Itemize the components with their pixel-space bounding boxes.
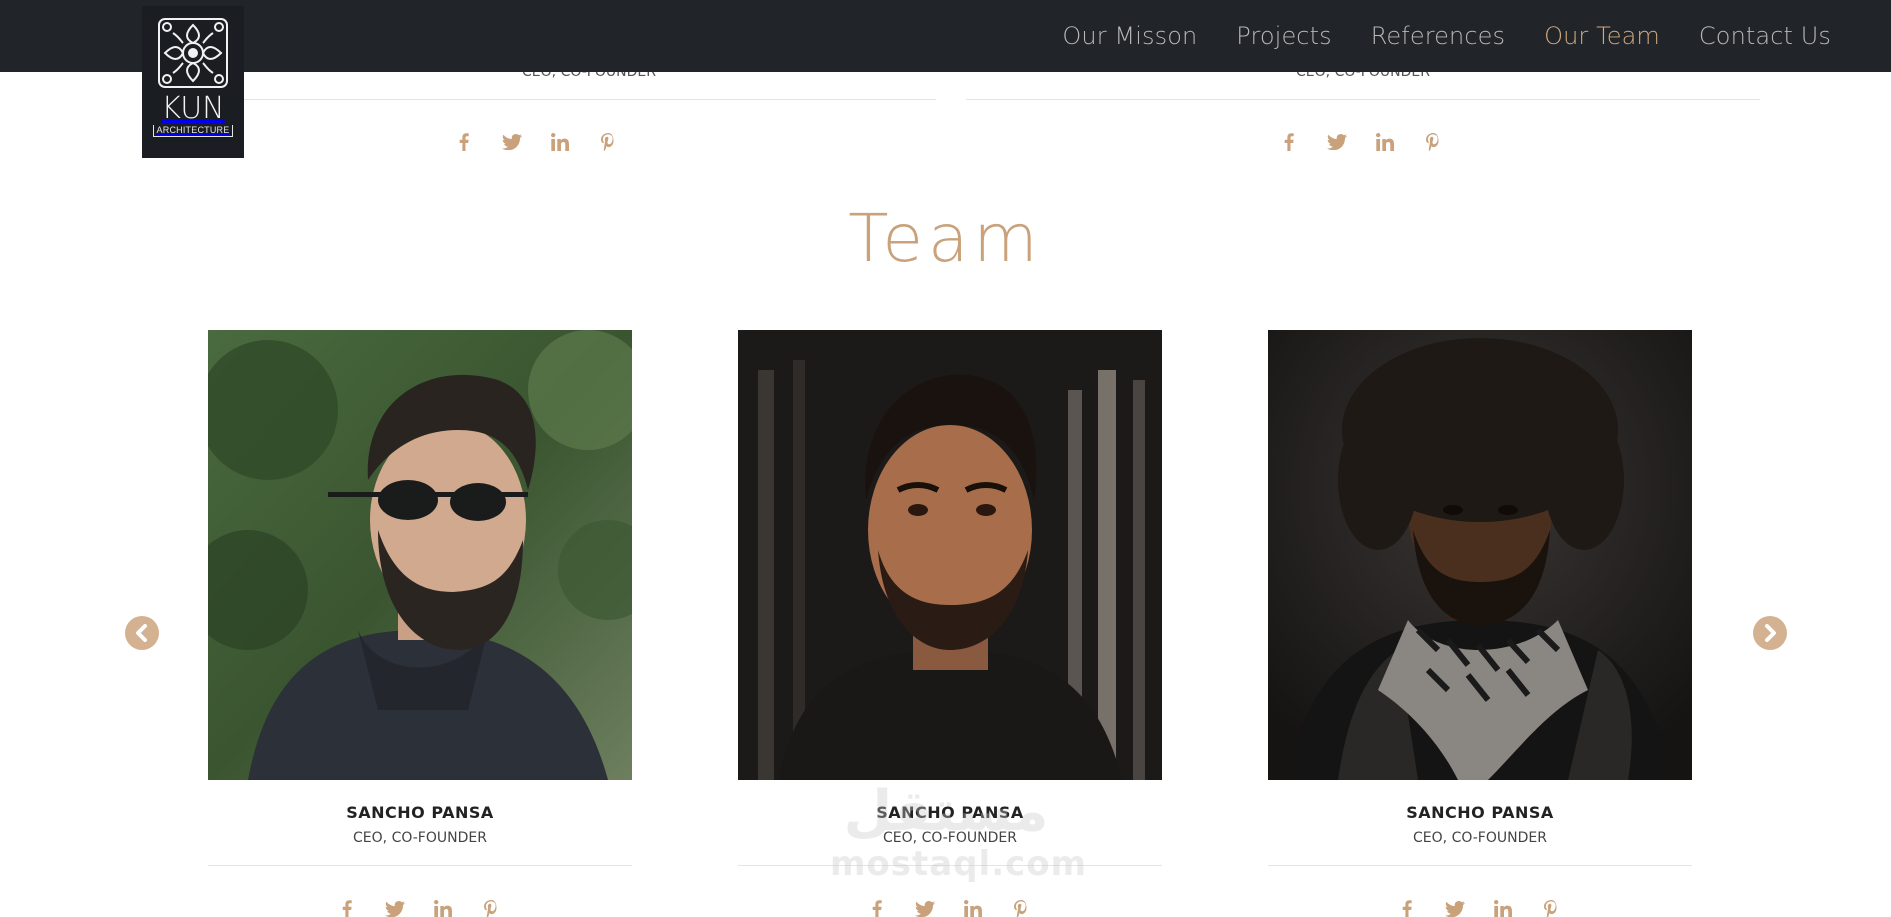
nav-menu: Our Misson Projects References Our Team … [1062,0,1831,72]
pinterest-icon[interactable] [596,130,620,154]
linkedin-icon[interactable] [548,130,572,154]
twitter-icon[interactable] [1443,897,1467,917]
twitter-icon[interactable] [500,130,524,154]
team-member-name: SANCHO PANSA [1406,803,1554,822]
linkedin-icon[interactable] [1491,897,1515,917]
linkedin-icon[interactable] [1373,130,1397,154]
divider [738,865,1162,866]
social-links [865,897,1033,917]
team-member-photo [208,330,632,780]
pinterest-icon[interactable] [479,897,503,917]
divider [208,865,632,866]
pinterest-icon[interactable] [1539,897,1563,917]
social-links [452,130,620,154]
facebook-icon[interactable] [1395,897,1419,917]
pinterest-icon[interactable] [1421,130,1445,154]
team-member-photo [1268,330,1692,780]
twitter-icon[interactable] [383,897,407,917]
team-member-name: SANCHO PANSA [346,803,494,822]
logo-subtitle: ARCHITECTURE [152,125,234,137]
nav-item-our-team[interactable]: Our Team [1544,22,1660,50]
linkedin-icon[interactable] [961,897,985,917]
team-member-name: SANCHO PANSA [876,803,1024,822]
nav-item-our-mission[interactable]: Our Misson [1062,22,1197,50]
team-member-card: SANCHO PANSA CEO, CO-FOUNDER [1268,330,1692,866]
social-links [335,897,503,917]
divider [1268,865,1692,866]
section-title: Team [848,200,1043,277]
linkedin-icon[interactable] [431,897,455,917]
ornament-icon [158,18,228,88]
logo-wordmark: KUN [161,91,225,126]
facebook-icon[interactable] [335,897,359,917]
divider [966,99,1760,100]
twitter-icon[interactable] [1325,130,1349,154]
divider [242,99,936,100]
facebook-icon[interactable] [452,130,476,154]
team-member-role: CEO, CO-FOUNDER [353,830,487,846]
team-member-card: SANCHO PANSA CEO, CO-FOUNDER [738,330,1162,866]
twitter-icon[interactable] [913,897,937,917]
nav-item-references[interactable]: References [1371,22,1505,50]
team-member-photo [738,330,1162,780]
chevron-left-icon [136,624,147,642]
brand-logo[interactable]: KUN ARCHITECTURE [142,6,244,158]
carousel-next-button[interactable] [1753,616,1787,650]
team-member-role: CEO, CO-FOUNDER [1413,830,1547,846]
carousel-prev-button[interactable] [125,616,159,650]
social-links [1395,897,1563,917]
team-member-role: CEO, CO-FOUNDER [883,830,1017,846]
nav-item-contact-us[interactable]: Contact Us [1699,22,1831,50]
facebook-icon[interactable] [865,897,889,917]
pinterest-icon[interactable] [1009,897,1033,917]
chevron-right-icon [1765,624,1776,642]
nav-item-projects[interactable]: Projects [1236,22,1331,50]
team-member-card: SANCHO PANSA CEO, CO-FOUNDER [208,330,632,866]
facebook-icon[interactable] [1277,130,1301,154]
top-navbar: Our Misson Projects References Our Team … [0,0,1891,72]
social-links [1277,130,1445,154]
